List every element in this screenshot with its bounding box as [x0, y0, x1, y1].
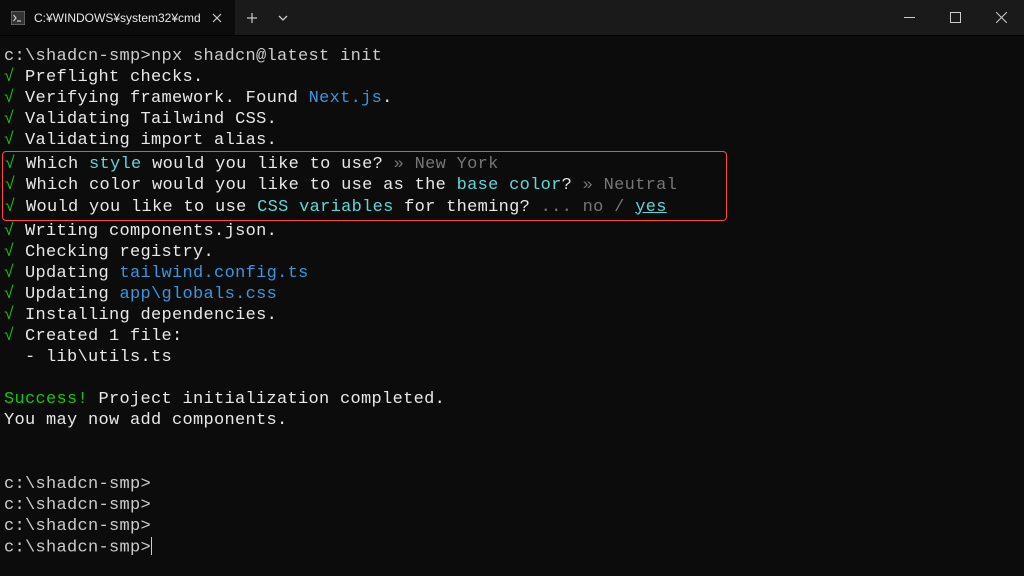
titlebar: C:¥WINDOWS¥system32¥cmd: [0, 0, 1024, 36]
prompt-line: √ Would you like to use CSS variables fo…: [5, 197, 726, 218]
check-line: √ Verifying framework. Found Next.js.: [4, 88, 1020, 109]
prompt-line: √ Which color would you like to use as t…: [5, 175, 726, 196]
check-line: √ Validating import alias.: [4, 130, 1020, 151]
prompt-active: c:\shadcn-smp>: [4, 537, 1020, 559]
file-line: - lib\utils.ts: [4, 347, 1020, 368]
tab-dropdown-button[interactable]: [269, 0, 297, 35]
check-line: √ Preflight checks.: [4, 67, 1020, 88]
titlebar-drag-area[interactable]: [297, 0, 886, 35]
tab-title: C:¥WINDOWS¥system32¥cmd: [34, 11, 201, 25]
prompt-idle: c:\shadcn-smp>: [4, 474, 1020, 495]
check-line: √ Updating app\globals.css: [4, 284, 1020, 305]
maximize-button[interactable]: [932, 0, 978, 35]
window-controls: [886, 0, 1024, 35]
cmd-icon: [10, 10, 26, 26]
prompt-idle: c:\shadcn-smp>: [4, 495, 1020, 516]
tab-close-button[interactable]: [209, 10, 225, 26]
new-tab-button[interactable]: [235, 0, 269, 35]
info-line: You may now add components.: [4, 410, 1020, 431]
terminal-output[interactable]: c:\shadcn-smp>npx shadcn@latest init √ P…: [0, 36, 1024, 558]
check-line: √ Validating Tailwind CSS.: [4, 109, 1020, 130]
check-line: √ Checking registry.: [4, 242, 1020, 263]
check-line: √ Writing components.json.: [4, 221, 1020, 242]
close-button[interactable]: [978, 0, 1024, 35]
check-line: √ Updating tailwind.config.ts: [4, 263, 1020, 284]
command-line: c:\shadcn-smp>npx shadcn@latest init: [4, 46, 1020, 67]
prompt-idle: c:\shadcn-smp>: [4, 516, 1020, 537]
highlighted-prompts: √ Which style would you like to use? » N…: [2, 151, 727, 220]
check-line: √ Created 1 file:: [4, 326, 1020, 347]
minimize-button[interactable]: [886, 0, 932, 35]
cursor: [151, 537, 152, 555]
prompt-line: √ Which style would you like to use? » N…: [5, 154, 726, 175]
active-tab[interactable]: C:¥WINDOWS¥system32¥cmd: [0, 0, 235, 35]
check-line: √ Installing dependencies.: [4, 305, 1020, 326]
success-line: Success! Project initialization complete…: [4, 389, 1020, 410]
